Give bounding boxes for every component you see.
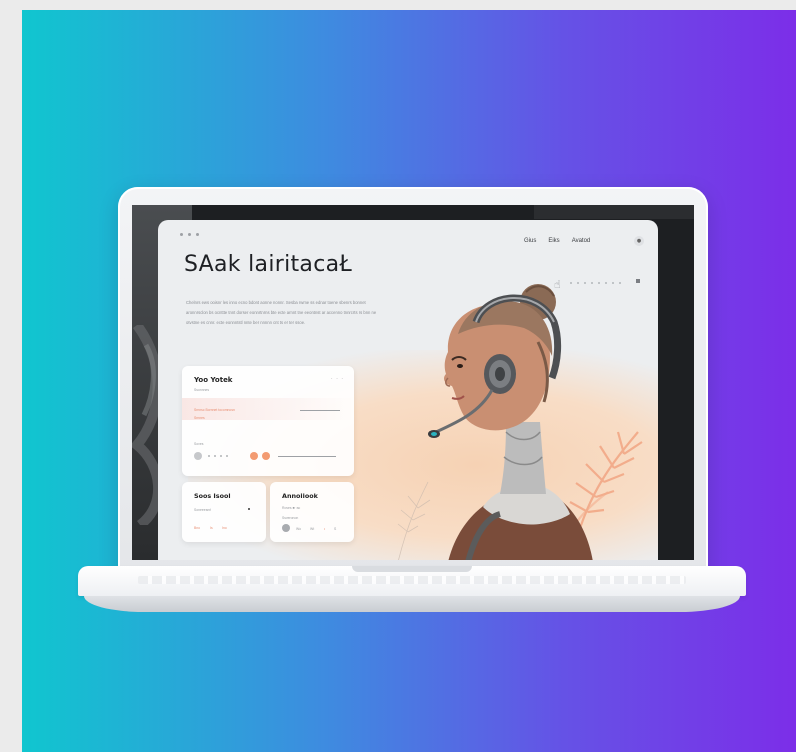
laptop-hinge <box>352 566 472 572</box>
toggle-knob[interactable] <box>194 452 202 460</box>
small-card-b-foot-4[interactable]: S <box>334 527 336 531</box>
main-card-line-2: Srnnes <box>194 416 205 420</box>
laptop-base-edge <box>84 596 740 612</box>
main-card-label: Soves <box>194 442 204 446</box>
more-options-icon[interactable]: · · · <box>331 376 344 382</box>
small-card-b-sub: Ssveronon <box>282 516 299 520</box>
main-card-subtitle: Ssonnnes <box>194 388 210 392</box>
small-card-a-title: Soos Isool <box>194 492 231 500</box>
small-card-b: Annoiiook Roves ■ ·ac Ssveronon Wo Wt • … <box>270 482 354 542</box>
window-controls <box>180 233 199 236</box>
avatar-dot[interactable] <box>282 524 290 532</box>
small-card-a-label: Soneeesnrl <box>194 508 212 512</box>
progress-dots <box>208 455 228 457</box>
small-card-a-foot-1[interactable]: Bno <box>194 526 200 530</box>
keyboard-keys <box>138 576 686 584</box>
small-card-a: Soos Isool Soneeesnrl Bno Is Ino <box>182 482 266 542</box>
small-card-b-label: Roves ■ ·ac <box>282 506 301 510</box>
hero-title: SAak lairitacaŁ <box>184 252 353 277</box>
hero-description: Chelnrs ews ooisnr les inno ecno bdont a… <box>186 300 377 325</box>
window-dot-icon[interactable] <box>196 233 199 236</box>
main-card-title: Yoo Yotek <box>194 376 233 384</box>
small-card-b-foot-3[interactable]: • <box>324 527 325 531</box>
orange-control-dot[interactable] <box>262 452 270 460</box>
small-card-b-foot-1[interactable]: Wo <box>296 527 301 531</box>
orange-control-dot[interactable] <box>250 452 258 460</box>
main-card-line: Srnnsc Bornnet tocomnosn <box>194 408 235 412</box>
small-card-b-foot-2[interactable]: Wt <box>310 527 314 531</box>
landing-page: Gius Eiks Avatod ● SAak lairitacaŁ Cheln… <box>158 220 658 560</box>
nav-link-1[interactable]: Gius <box>524 238 536 244</box>
menu-dot-icon[interactable]: ● <box>634 236 644 246</box>
line-leaf-icon <box>397 481 431 560</box>
window-dot-icon[interactable] <box>188 233 191 236</box>
small-card-a-foot-2[interactable]: Is <box>210 526 213 530</box>
slider-track[interactable] <box>278 456 336 457</box>
small-card-b-title: Annoiiook <box>282 492 318 500</box>
headset-woman-illustration <box>397 284 643 560</box>
nav-link-2[interactable]: Eiks <box>548 238 559 244</box>
nav-link-3[interactable]: Avatod <box>572 238 591 244</box>
top-nav: Gius Eiks Avatod <box>524 238 590 244</box>
bullet-icon <box>248 508 250 510</box>
main-card: Yoo Yotek · · · Ssonnnes Srnnsc Bornnet … <box>182 366 354 476</box>
window-dot-icon[interactable] <box>180 233 183 236</box>
laptop-base <box>78 566 746 614</box>
divider-line <box>300 410 340 411</box>
screen-wallpaper-right <box>534 205 694 219</box>
small-card-a-foot-3[interactable]: Ino <box>222 526 227 530</box>
